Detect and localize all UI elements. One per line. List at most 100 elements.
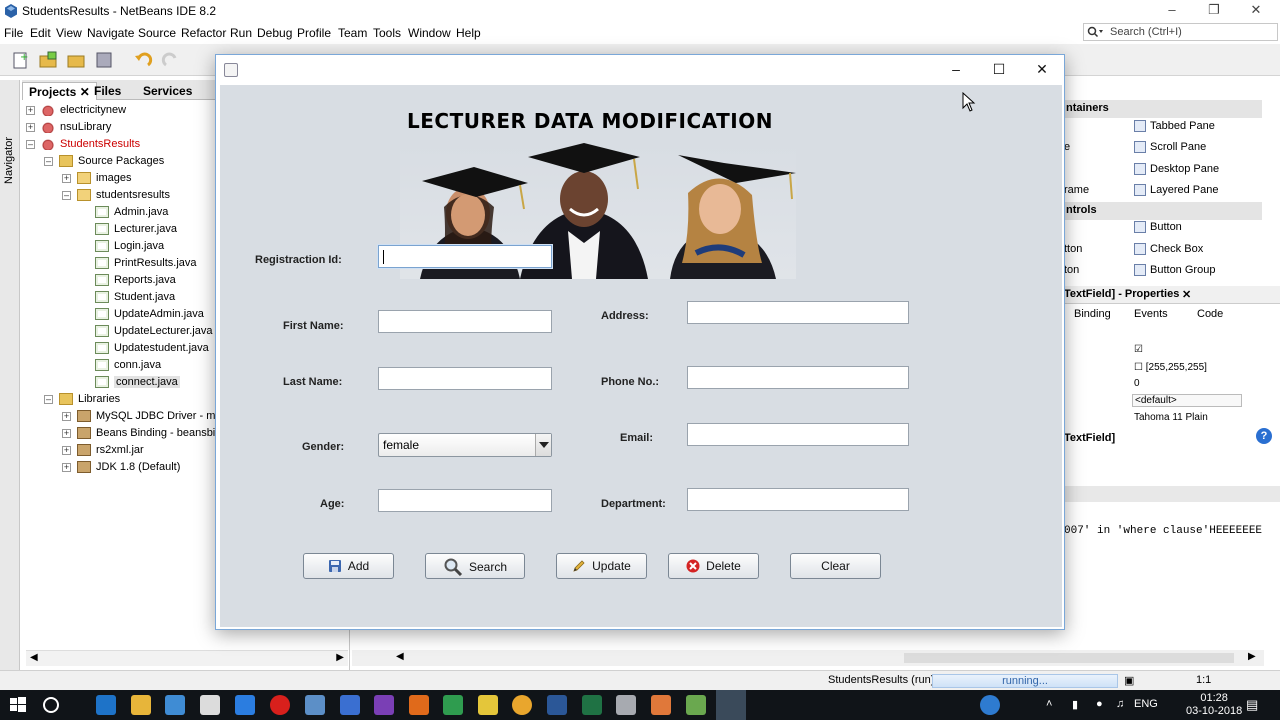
dialog-maximize-button[interactable]: ☐ [977, 55, 1021, 85]
address-input[interactable] [687, 301, 909, 324]
menu-file[interactable]: File [4, 26, 23, 40]
notes-icon[interactable] [478, 695, 498, 715]
java-app-taskbar-icon[interactable] [716, 690, 746, 720]
dialog-titlebar[interactable]: – ☐ ✕ [216, 55, 1064, 85]
property-font[interactable]: Tahoma 11 Plain [1134, 412, 1208, 423]
expand-icon[interactable]: + [62, 462, 71, 472]
wifi-icon[interactable]: ● [1096, 698, 1103, 710]
ide-minimize-button[interactable]: – [1150, 0, 1194, 22]
palette-scroll-pane[interactable]: Scroll Pane [1134, 138, 1206, 156]
tree-item[interactable]: conn.java [80, 357, 161, 374]
tree-item[interactable]: + electricitynew [26, 102, 126, 119]
app-icon[interactable] [651, 695, 671, 715]
tab-services[interactable]: Services [137, 82, 198, 100]
projects-horizontal-scrollbar[interactable]: ◀ ▶ [26, 650, 348, 666]
collapse-icon[interactable]: – [62, 190, 71, 200]
excel-icon[interactable] [582, 695, 602, 715]
email-input[interactable] [687, 423, 909, 446]
menu-debug[interactable]: Debug [257, 26, 292, 40]
add-button[interactable]: Add [303, 553, 394, 579]
tree-item[interactable]: + JDK 1.8 (Default) [62, 459, 180, 476]
palette-tabbed-pane[interactable]: Tabbed Pane [1134, 117, 1215, 135]
first-name-input[interactable] [378, 310, 552, 333]
battery-icon[interactable]: ▮ [1072, 698, 1078, 711]
tree-item[interactable]: + images [62, 170, 131, 187]
expand-icon[interactable]: + [62, 411, 71, 421]
menu-view[interactable]: View [56, 26, 82, 40]
menu-navigate[interactable]: Navigate [87, 26, 134, 40]
palette-item-left[interactable]: tton [1064, 240, 1082, 258]
property-dropdown[interactable]: <default> [1132, 394, 1242, 407]
tree-item[interactable]: – Libraries [44, 391, 120, 408]
age-input[interactable] [378, 489, 552, 512]
expand-icon[interactable]: + [62, 445, 71, 455]
tab-binding[interactable]: Binding [1074, 308, 1111, 320]
tree-item[interactable]: Login.java [80, 238, 164, 255]
opera-icon[interactable] [270, 695, 290, 715]
running-task-label[interactable]: StudentsResults (run) [828, 674, 934, 686]
word-icon[interactable] [547, 695, 567, 715]
stop-task-icon[interactable]: ▣ [1124, 674, 1134, 687]
menu-tools[interactable]: Tools [373, 26, 401, 40]
ide-search-input[interactable]: Search (Ctrl+I) [1083, 23, 1278, 41]
property-background[interactable]: ☐ [255,255,255] [1134, 362, 1207, 373]
palette-section-containers[interactable]: ntainers [1064, 100, 1262, 118]
collapse-icon[interactable]: – [44, 394, 53, 404]
help-icon[interactable]: ? [1256, 428, 1272, 444]
save-all-icon[interactable] [94, 50, 114, 70]
expand-icon[interactable]: + [26, 122, 35, 132]
action-center-icon[interactable]: ▤ [1246, 697, 1258, 713]
edge-browser-icon[interactable] [96, 695, 116, 715]
tree-item[interactable]: + nsuLibrary [26, 119, 111, 136]
tab-files[interactable]: Files [88, 82, 127, 100]
new-file-icon[interactable]: + [10, 50, 30, 70]
palette-check-box[interactable]: Check Box [1134, 240, 1203, 258]
expand-icon[interactable]: + [26, 105, 35, 115]
palette-item-left[interactable]: ton [1064, 261, 1079, 279]
close-icon[interactable]: ✕ [1182, 288, 1191, 301]
scroll-right-icon[interactable]: ▶ [336, 652, 344, 663]
expand-icon[interactable]: + [62, 173, 71, 183]
palette-desktop-pane[interactable]: Desktop Pane [1134, 160, 1219, 178]
ide-restore-button[interactable]: ❐ [1192, 0, 1236, 22]
tree-item[interactable]: Reports.java [80, 272, 176, 289]
navigator-strip[interactable]: Navigator [0, 80, 20, 670]
tree-item[interactable]: + MySQL JDBC Driver - mysq [62, 408, 233, 425]
tab-projects[interactable]: Projects ✕ [22, 82, 97, 100]
volume-icon[interactable]: ♫ [1116, 698, 1124, 710]
palette-button-group[interactable]: Button Group [1134, 261, 1215, 279]
search-button[interactable]: Search [425, 553, 525, 579]
app-icon[interactable] [443, 695, 463, 715]
clear-button[interactable]: Clear [790, 553, 881, 579]
taskbar-clock[interactable]: 01:28 03-10-2018 [1186, 692, 1242, 718]
help-tray-icon[interactable] [980, 695, 1000, 715]
tree-item[interactable]: Lecturer.java [80, 221, 177, 238]
gender-dropdown-button[interactable] [535, 434, 551, 456]
collapse-icon[interactable]: – [44, 156, 53, 166]
update-button[interactable]: Update [556, 553, 647, 579]
app-icon[interactable] [235, 695, 255, 715]
redo-icon[interactable] [161, 50, 181, 70]
palette-layered-pane[interactable]: Layered Pane [1134, 181, 1219, 199]
menu-edit[interactable]: Edit [30, 26, 51, 40]
department-input[interactable] [687, 488, 909, 511]
tab-events[interactable]: Events [1134, 308, 1168, 320]
app-icon[interactable] [616, 695, 636, 715]
menu-refactor[interactable]: Refactor [181, 26, 226, 40]
tree-item[interactable]: connect.java [80, 374, 180, 391]
open-project-icon[interactable] [66, 50, 86, 70]
expand-icon[interactable]: + [62, 428, 71, 438]
menu-source[interactable]: Source [138, 26, 176, 40]
checked-checkbox-icon[interactable]: ☑ [1134, 344, 1143, 355]
scroll-left-icon[interactable]: ◀ [396, 651, 404, 662]
store-icon[interactable] [165, 695, 185, 715]
last-name-input[interactable] [378, 367, 552, 390]
windows-start-icon[interactable] [8, 695, 28, 715]
gender-select[interactable]: female [378, 433, 552, 457]
dialog-close-button[interactable]: ✕ [1020, 55, 1064, 85]
scroll-thumb[interactable] [904, 653, 1234, 663]
palette-button[interactable]: Button [1134, 218, 1182, 236]
android-studio-icon[interactable] [686, 695, 706, 715]
editor-horizontal-scrollbar[interactable]: ◀ ▶ [352, 650, 1264, 666]
cortana-search-icon[interactable] [41, 695, 61, 715]
